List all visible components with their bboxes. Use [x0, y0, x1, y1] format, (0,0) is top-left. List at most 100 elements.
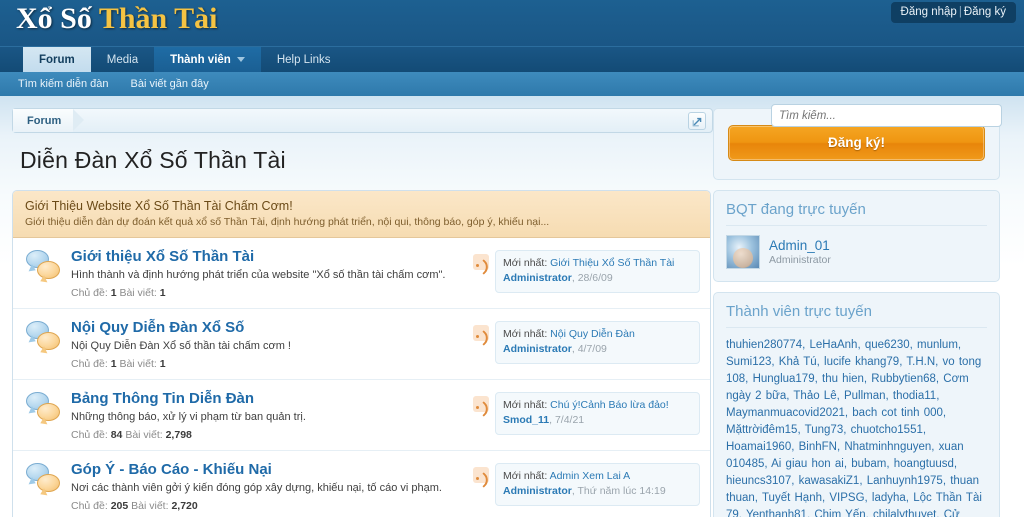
tab-help-links[interactable]: Help Links: [261, 47, 347, 72]
forum-node-stats: Chủ đề: 205 Bài viết: 2,720: [71, 500, 473, 512]
subnav-recent-posts[interactable]: Bài viết gần đây: [130, 78, 208, 90]
forum-node-title[interactable]: Góp Ý - Báo Cáo - Khiếu Nại: [71, 461, 473, 479]
tab-forum-label: Forum: [39, 54, 75, 66]
last-post-box: Mới nhất: Giới Thiệu Xổ Số Thần Tài Admi…: [495, 250, 700, 293]
subnav-search-forum[interactable]: Tìm kiếm diễn đàn: [18, 78, 108, 90]
forum-node[interactable]: Góp Ý - Báo Cáo - Khiếu Nại Nơi các thàn…: [13, 451, 710, 517]
threads-label: Chủ đề:: [71, 287, 108, 299]
forum-node-stats: Chủ đề: 1 Bài viết: 1: [71, 358, 473, 370]
forum-node-main: Bảng Thông Tin Diễn Đàn Những thông báo,…: [63, 390, 473, 441]
last-post-label: Mới nhất:: [503, 470, 547, 482]
last-post-title[interactable]: Chú ý!Cảnh Báo lừa đảo!: [550, 399, 669, 411]
breadcrumb-item-forum[interactable]: Forum: [13, 109, 73, 132]
threads-count: 84: [111, 429, 123, 441]
forum-node-title[interactable]: Bảng Thông Tin Diễn Đàn: [71, 390, 473, 408]
last-post-title[interactable]: Admin Xem Lai A: [550, 470, 631, 482]
forum-node-main: Giới thiệu Xổ Số Thần Tài Hình thành và …: [63, 248, 473, 299]
last-post-title[interactable]: Giới Thiệu Xổ Số Thần Tài: [550, 257, 674, 269]
tab-thanh-vien-label: Thành viên: [170, 54, 231, 66]
last-post-user[interactable]: Smod_11: [503, 414, 549, 426]
category-description: Giới thiệu diễn đàn dự đoán kết quả xổ s…: [25, 216, 698, 228]
last-post-user[interactable]: Administrator: [503, 485, 572, 497]
forum-node[interactable]: Bảng Thông Tin Diễn Đàn Những thông báo,…: [13, 380, 710, 451]
rss-icon[interactable]: [473, 254, 489, 270]
page-title: Diễn Đàn Xổ Số Thần Tài: [20, 147, 713, 174]
breadcrumb: Forum: [12, 108, 713, 133]
main-navigation: Forum Media Thành viên Help Links: [0, 46, 1024, 72]
forum-node[interactable]: Nội Quy Diễn Đàn Xổ Số Nội Quy Diễn Đàn …: [13, 309, 710, 380]
forum-node-description: Nội Quy Diễn Đàn Xổ số thần tài chấm cơm…: [71, 339, 473, 354]
tab-thanh-vien[interactable]: Thành viên: [154, 47, 261, 72]
last-post-date: 7/4/21: [555, 414, 584, 426]
avatar[interactable]: [726, 235, 760, 269]
posts-label: Bài viết:: [125, 429, 162, 441]
staff-online-block: BQT đang trực tuyến Admin_01 Administrat…: [713, 190, 1000, 282]
signup-button[interactable]: Đăng ký!: [728, 125, 985, 161]
staff-member-role: Administrator: [769, 254, 831, 266]
forum-node-title[interactable]: Giới thiệu Xổ Số Thần Tài: [71, 248, 473, 266]
forum-node-main: Góp Ý - Báo Cáo - Khiếu Nại Nơi các thàn…: [63, 461, 473, 512]
logo-text-primary: Xổ Số: [16, 2, 99, 35]
forum-node[interactable]: Giới thiệu Xổ Số Thần Tài Hình thành và …: [13, 238, 710, 309]
open-in-new-icon[interactable]: [688, 112, 706, 130]
staff-member-name[interactable]: Admin_01: [769, 238, 831, 254]
threads-label: Chủ đề:: [71, 500, 108, 512]
forum-node-right: Mới nhất: Chú ý!Cảnh Báo lừa đảo! Smod_1…: [473, 392, 700, 435]
forum-bubbles-icon: [25, 463, 63, 497]
posts-count: 2,798: [166, 429, 192, 441]
forum-node-right: Mới nhất: Nội Quy Diễn Đàn Administrator…: [473, 321, 700, 364]
tab-media-label: Media: [107, 54, 138, 66]
posts-label: Bài viết:: [119, 358, 156, 370]
threads-label: Chủ đề:: [71, 429, 108, 441]
last-post-box: Mới nhất: Nội Quy Diễn Đàn Administrator…: [495, 321, 700, 364]
members-online-title: Thành viên trực tuyến: [726, 303, 987, 328]
rss-icon[interactable]: [473, 396, 489, 412]
forum-node-title[interactable]: Nội Quy Diễn Đàn Xổ Số: [71, 319, 473, 337]
last-post-label: Mới nhất:: [503, 257, 547, 269]
page-body: Forum Diễn Đàn Xổ Số Thần Tài Giới Thiệu…: [0, 96, 1024, 517]
search-input[interactable]: [771, 104, 1002, 127]
last-post-date: 4/7/09: [578, 343, 607, 355]
search-box: [771, 104, 1002, 127]
login-separator: |: [957, 6, 964, 18]
rss-icon[interactable]: [473, 325, 489, 341]
breadcrumb-item-label: Forum: [27, 115, 61, 127]
forum-bubbles-icon: [25, 392, 63, 426]
posts-count: 1: [160, 358, 166, 370]
register-link[interactable]: Đăng ký: [964, 6, 1006, 18]
staff-member-info: Admin_01 Administrator: [769, 238, 831, 266]
tab-forum[interactable]: Forum: [23, 47, 91, 72]
forum-node-stats: Chủ đề: 1 Bài viết: 1: [71, 287, 473, 299]
last-post-label: Mới nhất:: [503, 328, 547, 340]
posts-count: 2,720: [171, 500, 197, 512]
main-column: Forum Diễn Đàn Xổ Số Thần Tài Giới Thiệu…: [0, 96, 713, 517]
threads-count: 205: [111, 500, 129, 512]
account-links: Đăng nhập|Đăng ký: [891, 2, 1016, 23]
chevron-down-icon: [237, 57, 245, 62]
tab-media[interactable]: Media: [91, 47, 154, 72]
logo-text-accent: Thần Tài: [99, 2, 218, 35]
members-online-block: Thành viên trực tuyến thuhien280774, LeH…: [713, 292, 1000, 517]
last-post-date: 28/6/09: [578, 272, 613, 284]
site-header: Xổ Số Thần Tài Đăng nhập|Đăng ký: [0, 0, 1024, 46]
site-logo[interactable]: Xổ Số Thần Tài: [16, 2, 218, 36]
forum-node-main: Nội Quy Diễn Đàn Xổ Số Nội Quy Diễn Đàn …: [63, 319, 473, 370]
forum-node-right: Mới nhất: Giới Thiệu Xổ Số Thần Tài Admi…: [473, 250, 700, 293]
last-post-user[interactable]: Administrator: [503, 343, 572, 355]
forum-node-stats: Chủ đề: 84 Bài viết: 2,798: [71, 429, 473, 441]
last-post-box: Mới nhất: Admin Xem Lai A Administrator,…: [495, 463, 700, 506]
sidebar: Đăng ký! BQT đang trực tuyến Admin_01 Ad…: [713, 96, 1012, 517]
members-online-list[interactable]: thuhien280774, LeHaAnh, que6230, munlum,…: [726, 337, 987, 517]
posts-label: Bài viết:: [119, 287, 156, 299]
threads-count: 1: [111, 287, 117, 299]
forum-node-description: Những thông báo, xử lý vi phạm từ ban qu…: [71, 410, 473, 425]
sub-navigation: Tìm kiếm diễn đàn Bài viết gần đây: [0, 72, 1024, 96]
staff-member-row[interactable]: Admin_01 Administrator: [726, 235, 987, 269]
rss-icon[interactable]: [473, 467, 489, 483]
last-post-user[interactable]: Administrator: [503, 272, 572, 284]
category-title: Giới Thiệu Website Xổ Số Thần Tài Chấm C…: [25, 199, 698, 213]
content-wrapper: Forum Diễn Đàn Xổ Số Thần Tài Giới Thiệu…: [0, 96, 1024, 517]
last-post-title[interactable]: Nội Quy Diễn Đàn: [550, 328, 635, 340]
login-link[interactable]: Đăng nhập: [901, 6, 957, 18]
category-header: Giới Thiệu Website Xổ Số Thần Tài Chấm C…: [13, 191, 710, 238]
